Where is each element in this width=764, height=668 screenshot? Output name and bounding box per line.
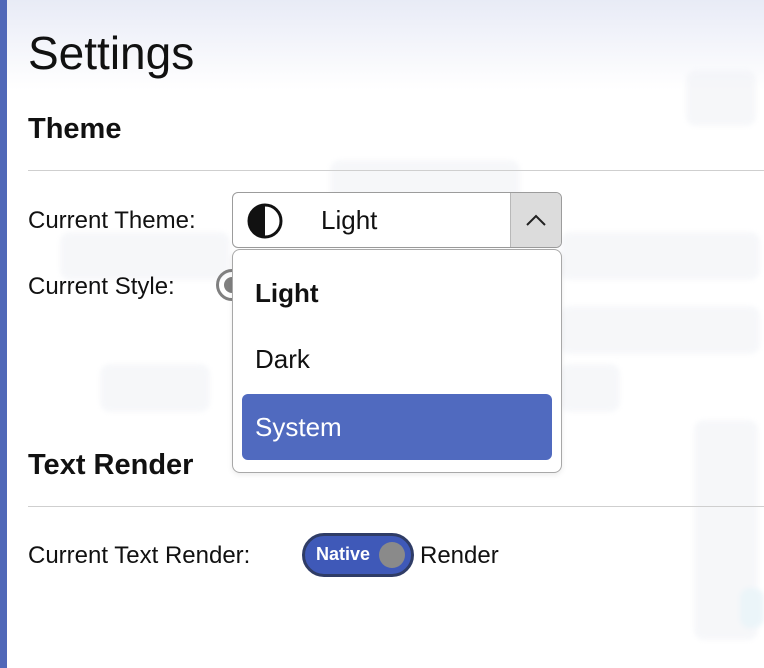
current-theme-label: Current Theme: <box>28 207 196 234</box>
text-render-suffix: Render <box>420 542 499 569</box>
theme-dropdown-menu: Light Dark System <box>232 249 562 473</box>
background-shape <box>560 232 760 280</box>
text-render-divider <box>28 506 764 507</box>
toggle-label: Native <box>316 544 371 564</box>
dropdown-option-dark[interactable]: Dark <box>242 326 552 392</box>
background-shape <box>694 420 758 640</box>
text-render-section-heading: Text Render <box>28 449 194 481</box>
theme-section-heading: Theme <box>28 113 122 145</box>
toggle-knob <box>379 542 405 568</box>
current-style-label: Current Style: <box>28 273 175 300</box>
dropdown-option-light[interactable]: Light <box>242 260 552 326</box>
theme-divider <box>28 170 764 171</box>
current-text-render-label: Current Text Render: <box>28 542 251 569</box>
text-render-toggle[interactable]: Native <box>302 533 414 577</box>
chevron-up-icon[interactable] <box>510 193 561 247</box>
background-shape <box>740 588 764 628</box>
page-title: Settings <box>28 27 195 79</box>
dropdown-option-system[interactable]: System <box>242 394 552 460</box>
theme-select-value: Light <box>321 205 378 235</box>
background-shape <box>560 306 760 354</box>
background-shape <box>560 364 620 412</box>
half-circle-contrast-icon <box>247 203 283 239</box>
theme-select[interactable]: Light <box>232 192 562 248</box>
background-shape <box>100 364 210 412</box>
window-edge-strip <box>0 0 7 668</box>
